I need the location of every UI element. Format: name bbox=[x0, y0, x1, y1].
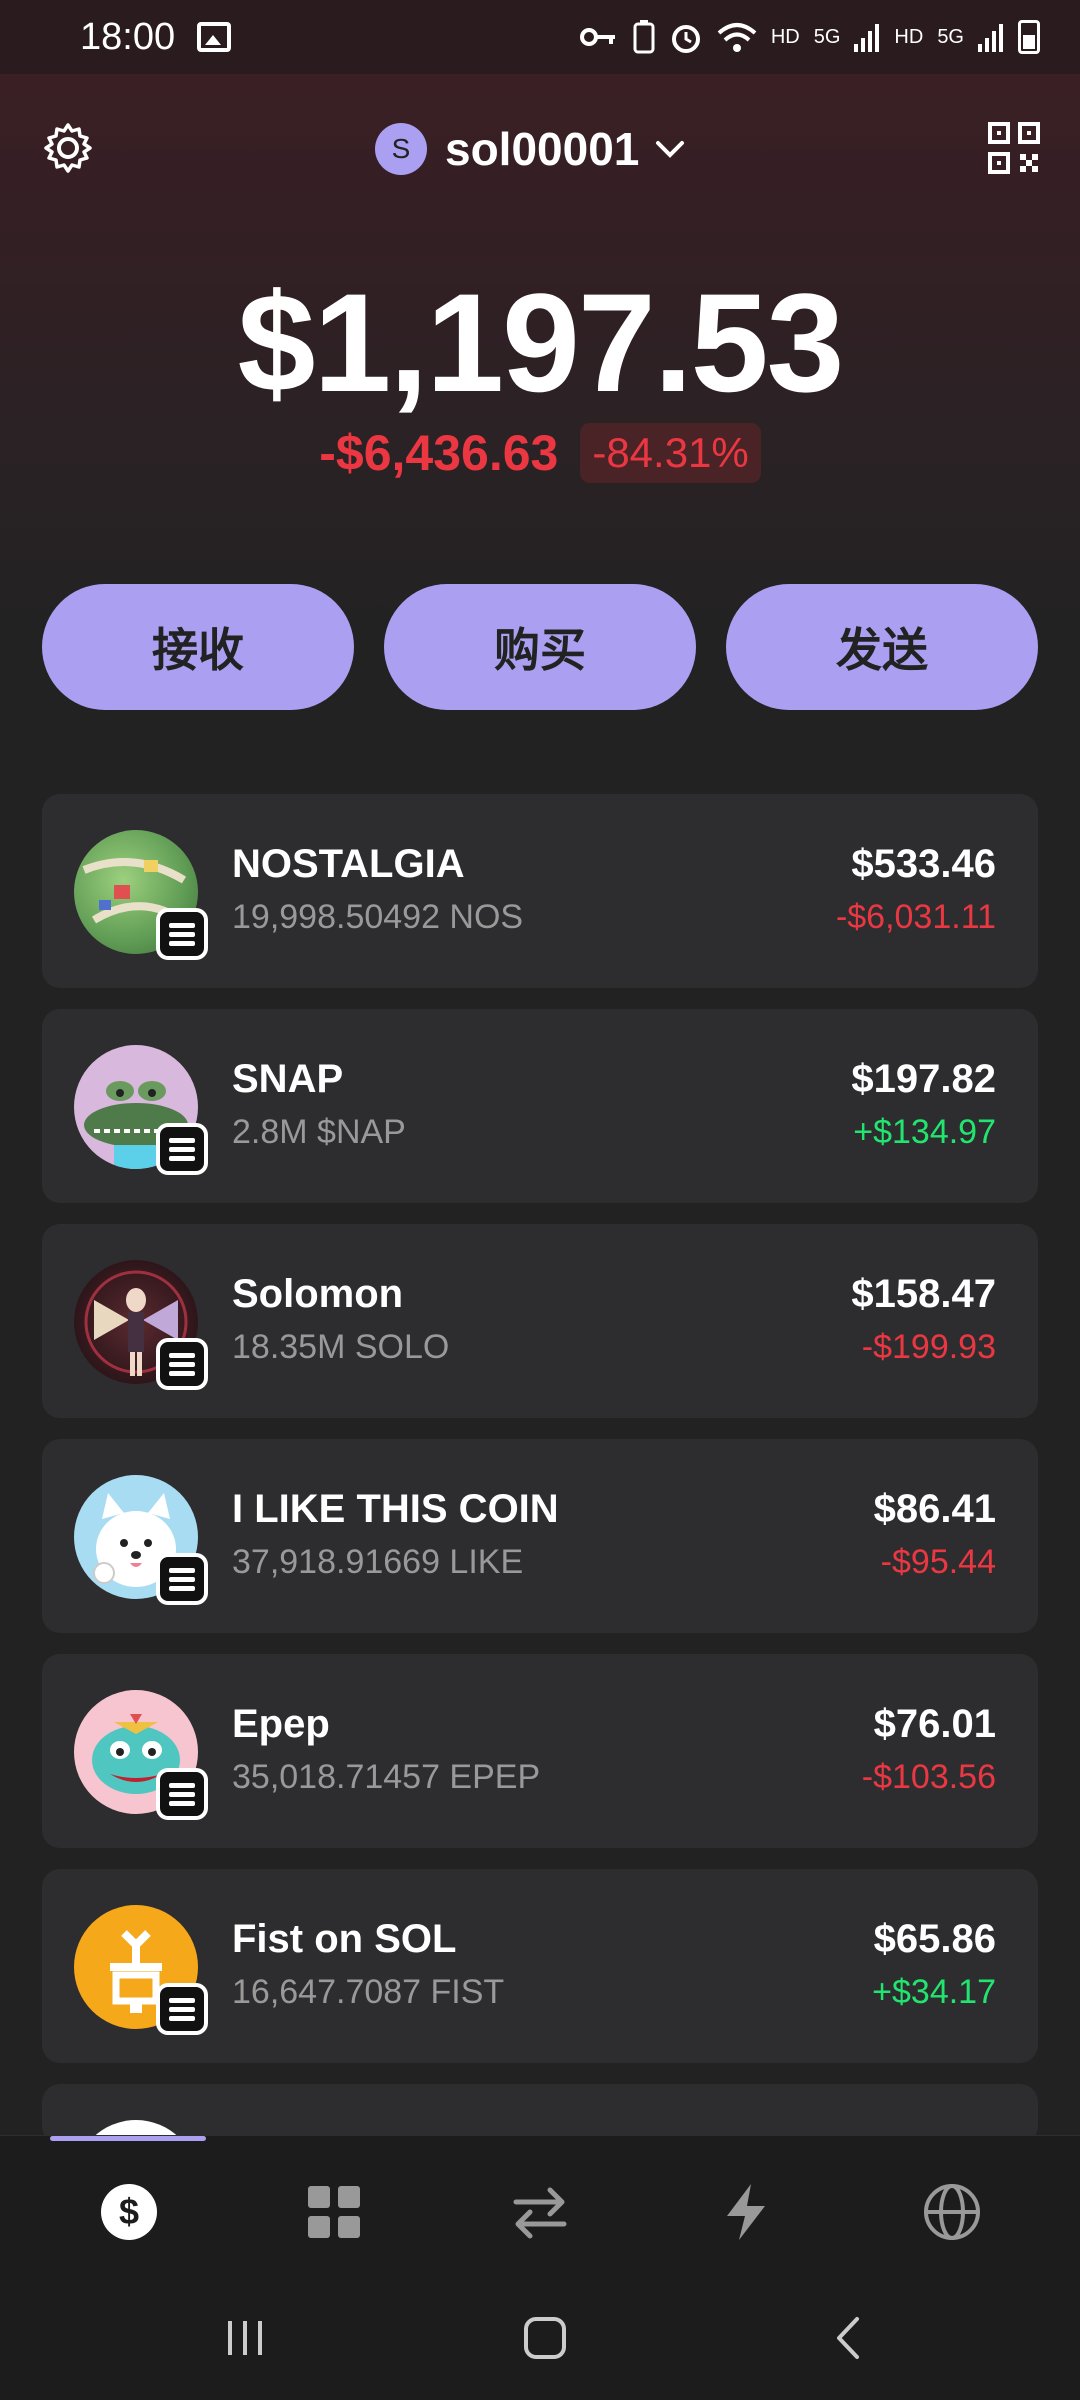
globe-icon bbox=[924, 2184, 980, 2240]
token-change: -$199.93 bbox=[861, 1328, 996, 1366]
token-change: -$6,031.11 bbox=[835, 898, 996, 936]
token-value: $533.46 bbox=[851, 842, 996, 886]
token-row[interactable]: Epep 35,018.71457 EPEP $76.01 -$103.56 bbox=[42, 1654, 1038, 1848]
tab-swap[interactable] bbox=[508, 2180, 572, 2244]
token-value: $197.82 bbox=[851, 1057, 996, 1101]
avatar: S bbox=[375, 123, 427, 175]
back-icon[interactable] bbox=[825, 2313, 875, 2363]
token-amount: 37,918.91669 LIKE bbox=[232, 1543, 524, 1581]
signal-icon-1 bbox=[854, 24, 880, 52]
token-amount: 2.8M $NAP bbox=[232, 1113, 406, 1151]
chevron-down-icon bbox=[656, 141, 685, 158]
image-notification-icon bbox=[197, 22, 232, 52]
token-row[interactable]: Fist on SOL 16,647.7087 FIST $65.86 +$34… bbox=[42, 1869, 1038, 2063]
token-name: NOSTALGIA bbox=[232, 842, 465, 886]
key-icon bbox=[579, 28, 615, 46]
token-name: Fist on SOL bbox=[232, 1917, 457, 1961]
account-selector[interactable]: S sol00001 bbox=[375, 122, 687, 176]
battery-saver-icon bbox=[633, 20, 655, 54]
svg-text:$: $ bbox=[119, 2191, 139, 2232]
token-list: NOSTALGIA 19,998.50492 NOS $533.46 -$6,0… bbox=[42, 794, 1038, 2165]
home-icon[interactable] bbox=[520, 2313, 570, 2363]
token-row[interactable]: I LIKE THIS COIN 37,918.91669 LIKE $86.4… bbox=[42, 1439, 1038, 1633]
gear-icon[interactable] bbox=[40, 120, 96, 176]
token-amount: 35,018.71457 EPEP bbox=[232, 1758, 541, 1796]
receive-button[interactable]: 接收 bbox=[42, 584, 354, 710]
bottom-navigation: $ bbox=[0, 2135, 1080, 2275]
solana-badge-icon bbox=[156, 1983, 208, 2035]
hd-label-1: HD bbox=[770, 25, 800, 48]
token-row[interactable]: SNAP 2.8M $NAP $197.82 +$134.97 bbox=[42, 1009, 1038, 1203]
token-amount: 19,998.50492 NOS bbox=[232, 898, 524, 936]
status-icons: HD 5G HD 5G bbox=[579, 20, 1040, 54]
solana-badge-icon bbox=[156, 1123, 208, 1175]
solana-badge-icon bbox=[156, 1768, 208, 1820]
balance-change: -$6,436.63 -84.31% bbox=[0, 423, 1080, 483]
dollar-icon: $ bbox=[101, 2184, 157, 2240]
change-amount: -$6,436.63 bbox=[319, 425, 559, 481]
alarm-icon bbox=[671, 25, 700, 53]
token-value: $158.47 bbox=[851, 1272, 996, 1316]
tab-wallet[interactable]: $ bbox=[97, 2180, 161, 2244]
tab-explore[interactable] bbox=[920, 2180, 984, 2244]
solana-badge-icon bbox=[156, 1553, 208, 1605]
tab-activity[interactable] bbox=[714, 2180, 778, 2244]
status-time: 18:00 bbox=[80, 15, 176, 58]
solana-badge-icon bbox=[156, 1338, 208, 1390]
status-bar: 18:00 HD 5G HD 5G bbox=[0, 0, 1080, 74]
qr-code-icon[interactable] bbox=[988, 122, 1040, 174]
token-value: $86.41 bbox=[873, 1487, 996, 1531]
recent-apps-icon[interactable] bbox=[220, 2313, 270, 2363]
change-percent-badge: -84.31% bbox=[580, 423, 761, 483]
token-name: Epep bbox=[232, 1702, 330, 1746]
token-amount: 16,647.7087 FIST bbox=[232, 1973, 505, 2011]
swap-icon bbox=[513, 2187, 567, 2239]
network-label-1: 5G bbox=[813, 25, 841, 48]
token-change: +$34.17 bbox=[872, 1973, 996, 2011]
total-balance: $1,197.53 bbox=[237, 264, 845, 421]
token-row[interactable]: Solomon 18.35M SOLO $158.47 -$199.93 bbox=[42, 1224, 1038, 1418]
token-name: Solomon bbox=[232, 1272, 404, 1316]
token-amount: 18.35M SOLO bbox=[232, 1328, 450, 1366]
system-navigation-bar bbox=[0, 2275, 1080, 2400]
send-button[interactable]: 发送 bbox=[726, 584, 1038, 710]
token-change: -$103.56 bbox=[861, 1758, 996, 1796]
token-value: $65.86 bbox=[873, 1917, 996, 1961]
token-name: I LIKE THIS COIN bbox=[232, 1487, 559, 1531]
network-label-2: 5G bbox=[937, 25, 964, 48]
bolt-icon bbox=[727, 2184, 765, 2240]
buy-button[interactable]: 购买 bbox=[384, 584, 696, 710]
signal-icon-2 bbox=[978, 24, 1003, 52]
token-name: SNAP bbox=[232, 1057, 344, 1101]
token-row[interactable]: NOSTALGIA 19,998.50492 NOS $533.46 -$6,0… bbox=[42, 794, 1038, 988]
battery-icon bbox=[1018, 20, 1040, 54]
active-tab-indicator bbox=[50, 2136, 206, 2141]
token-value: $76.01 bbox=[873, 1702, 996, 1746]
account-name: sol00001 bbox=[445, 123, 640, 175]
token-change: +$134.97 bbox=[853, 1113, 996, 1151]
tab-collectibles[interactable] bbox=[302, 2180, 366, 2244]
token-change: -$95.44 bbox=[880, 1543, 996, 1581]
wallet-header: S sol00001 bbox=[0, 110, 1080, 190]
grid-icon bbox=[308, 2186, 360, 2238]
hd-label-2: HD bbox=[894, 25, 924, 48]
action-buttons: 接收 购买 发送 bbox=[42, 584, 1038, 710]
wifi-icon bbox=[717, 23, 757, 52]
solana-badge-icon bbox=[156, 908, 208, 960]
